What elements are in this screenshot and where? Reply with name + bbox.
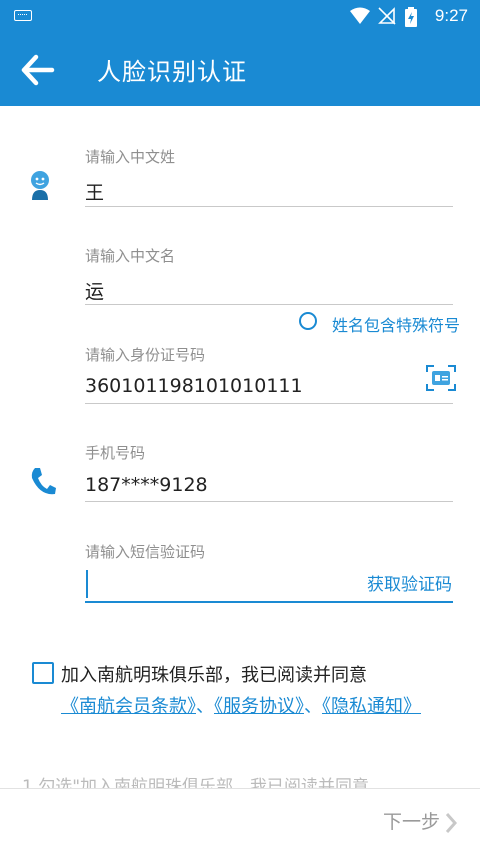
given-name-value[interactable]: 运 xyxy=(85,277,104,304)
id-number-underline xyxy=(85,403,453,404)
status-time: 9:27 xyxy=(434,6,468,25)
id-number-label: 请输入身份证号码 xyxy=(85,346,206,364)
keyboard-icon xyxy=(14,10,32,21)
special-chars-label[interactable]: 姓名包含特殊符号 xyxy=(332,312,460,336)
separator: 、 xyxy=(304,696,322,717)
bottom-bar: 下一步 xyxy=(0,788,480,854)
phone-field[interactable]: 手机号码 187****9128 xyxy=(85,442,453,504)
no-signal-icon xyxy=(378,7,396,25)
given-name-label: 请输入中文名 xyxy=(85,247,176,265)
id-number-value[interactable]: 360101198101010111 xyxy=(85,375,303,397)
text-cursor xyxy=(86,570,88,598)
agreement-checkbox[interactable] xyxy=(32,662,54,684)
phone-value[interactable]: 187****9128 xyxy=(85,474,208,496)
id-card-scan-icon[interactable] xyxy=(426,364,456,392)
surname-label: 请输入中文姓 xyxy=(85,148,176,166)
page-title: 人脸识别认证 xyxy=(97,58,247,86)
next-step-button[interactable]: 下一步 xyxy=(383,807,458,835)
privacy-notice-link[interactable]: 《隐私通知》 xyxy=(322,696,421,717)
phone-label: 手机号码 xyxy=(85,444,146,462)
phone-underline xyxy=(85,501,453,502)
given-name-underline xyxy=(85,304,453,305)
surname-field[interactable]: 请输入中文姓 王 xyxy=(85,146,453,208)
surname-value[interactable]: 王 xyxy=(85,178,104,205)
status-bar: 9:27 xyxy=(0,0,480,32)
next-step-label: 下一步 xyxy=(382,811,440,833)
app-bar: 人脸识别认证 xyxy=(0,32,480,106)
wifi-icon xyxy=(350,7,370,24)
separator: 、 xyxy=(196,696,214,717)
face-avatar-icon xyxy=(31,171,49,200)
get-code-button[interactable]: 获取验证码 xyxy=(367,570,452,595)
chevron-right-icon xyxy=(445,812,458,833)
battery-charging-icon xyxy=(405,7,417,27)
given-name-field[interactable]: 请输入中文名 运 xyxy=(85,245,453,307)
agreement-lead: 加入南航明珠俱乐部，我已阅读并同意 xyxy=(61,665,367,686)
service-agreement-link[interactable]: 《服务协议》 xyxy=(214,696,304,717)
id-number-field[interactable]: 请输入身份证号码 360101198101010111 xyxy=(85,344,453,406)
member-terms-link[interactable]: 《南航会员条款》 xyxy=(61,696,196,717)
sms-code-underline xyxy=(85,601,453,603)
special-chars-radio[interactable] xyxy=(299,312,317,330)
agreement-text: 加入南航明珠俱乐部，我已阅读并同意 《南航会员条款》、《服务协议》、《隐私通知》 xyxy=(61,660,461,722)
phone-icon xyxy=(31,468,56,495)
sms-code-label: 请输入短信验证码 xyxy=(85,543,206,561)
surname-underline xyxy=(85,206,453,207)
back-arrow-icon[interactable] xyxy=(20,52,56,88)
